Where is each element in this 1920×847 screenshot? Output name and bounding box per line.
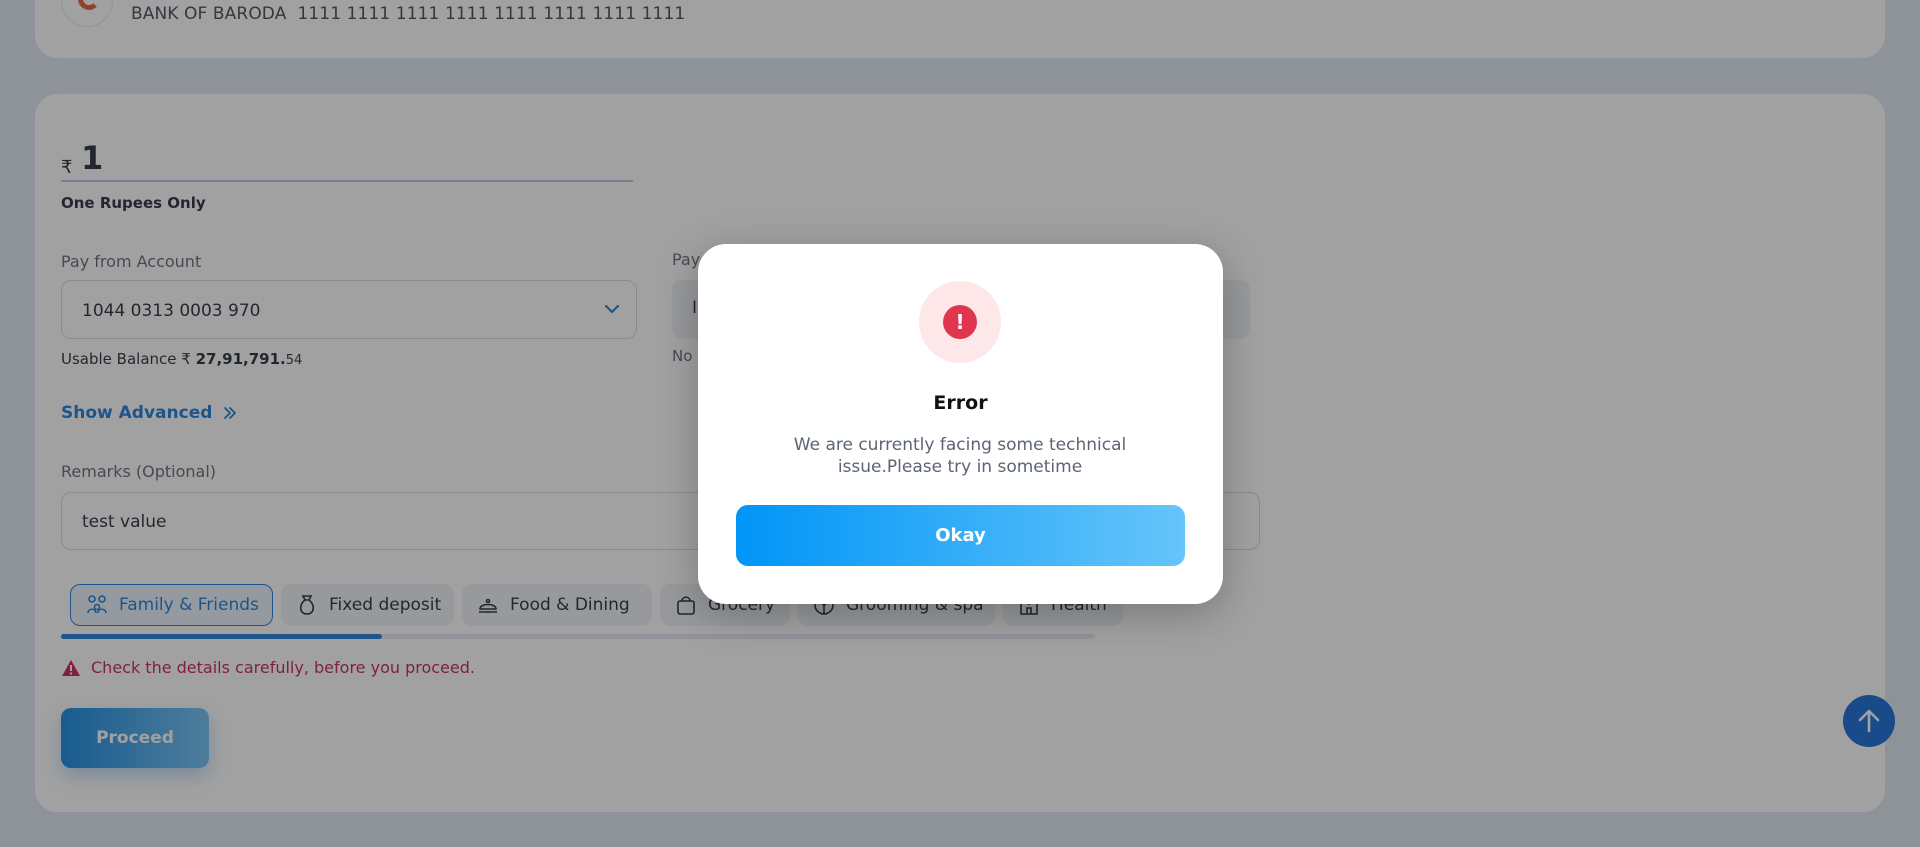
- dialog-title: Error: [933, 392, 988, 414]
- exclamation-icon: !: [943, 305, 977, 339]
- okay-button[interactable]: Okay: [736, 505, 1185, 566]
- dialog-message: We are currently facing some technical i…: [793, 435, 1127, 477]
- error-icon: !: [919, 281, 1001, 363]
- error-dialog: ! Error We are currently facing some tec…: [698, 244, 1223, 604]
